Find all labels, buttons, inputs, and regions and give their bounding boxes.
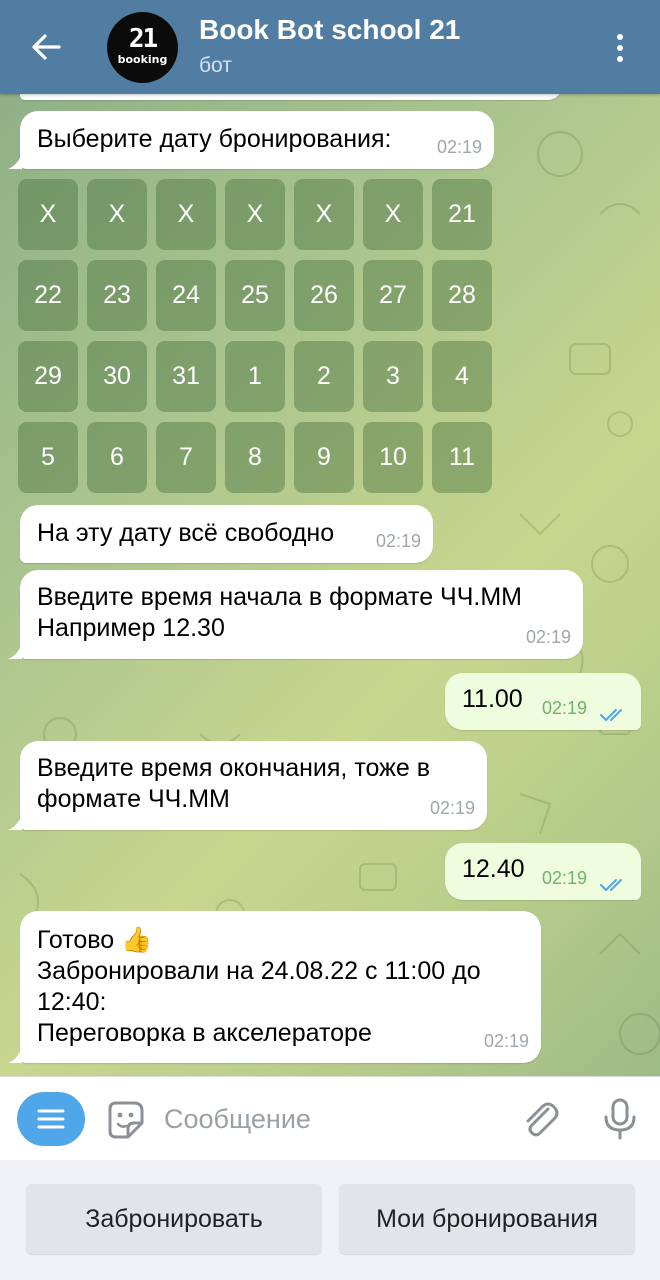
date-key[interactable]: 24 — [156, 260, 216, 331]
message-text: На эту дату всё свободно — [37, 519, 335, 547]
microphone-icon[interactable] — [600, 1097, 640, 1141]
date-key[interactable]: 9 — [294, 422, 354, 493]
date-key[interactable]: 22 — [18, 260, 78, 331]
date-key[interactable]: 28 — [432, 260, 492, 331]
date-key[interactable]: 27 — [363, 260, 423, 331]
date-key[interactable]: 3 — [363, 341, 423, 412]
message-bubble-previous — [20, 94, 562, 100]
date-key[interactable]: 7 — [156, 422, 216, 493]
date-key[interactable]: 26 — [294, 260, 354, 331]
date-key[interactable]: 29 — [18, 341, 78, 412]
date-key[interactable]: 4 — [432, 341, 492, 412]
date-key[interactable]: 21 — [432, 179, 492, 250]
bubble-tail — [8, 814, 22, 830]
menu-icon — [37, 1109, 65, 1129]
message-text: Выберите дату бронирования: — [37, 125, 392, 153]
date-key[interactable]: 11 — [432, 422, 492, 493]
date-key[interactable]: 25 — [225, 260, 285, 331]
date-key[interactable]: X — [18, 179, 78, 250]
date-key[interactable]: X — [294, 179, 354, 250]
double-check-icon — [600, 709, 622, 722]
avatar-logo: 21 — [128, 23, 158, 54]
date-key[interactable]: 8 — [225, 422, 285, 493]
message-bubble[interactable]: На эту дату всё свободно 02:19 — [20, 505, 433, 563]
message-input[interactable] — [164, 1097, 504, 1141]
more-vertical-icon — [617, 45, 623, 51]
message-time: 02:19 — [375, 531, 421, 551]
date-key[interactable]: 30 — [87, 341, 147, 412]
date-key[interactable]: 1 — [225, 341, 285, 412]
book-button[interactable]: Забронировать — [26, 1184, 322, 1254]
date-key[interactable]: 6 — [87, 422, 147, 493]
more-vertical-icon — [617, 34, 623, 40]
double-check-icon — [600, 879, 622, 892]
message-bubble-outgoing[interactable]: 11.00 02:19 — [445, 673, 641, 730]
date-key[interactable]: 31 — [156, 341, 216, 412]
avatar[interactable]: 21 booking — [107, 12, 178, 83]
more-options-button[interactable] — [600, 28, 640, 68]
date-key[interactable]: X — [225, 179, 285, 250]
back-button[interactable] — [18, 22, 74, 72]
message-text: Готово 👍 Забронировали на 24.08.22 с 11:… — [37, 926, 481, 1047]
more-vertical-icon — [617, 56, 623, 62]
reply-keyboard: Забронировать Мои бронирования — [0, 1160, 660, 1280]
date-key[interactable]: 2 — [294, 341, 354, 412]
bubble-tail — [8, 153, 22, 169]
my-bookings-button[interactable]: Мои бронирования — [339, 1184, 635, 1254]
chat-subtitle: бот — [199, 54, 232, 77]
date-key[interactable]: 5 — [18, 422, 78, 493]
date-key[interactable]: X — [156, 179, 216, 250]
avatar-logo-text: booking — [117, 52, 168, 66]
message-bubble[interactable]: Введите время начала в формате ЧЧ.ММ Нап… — [20, 570, 583, 659]
date-key[interactable]: 23 — [87, 260, 147, 331]
message-time: 02:19 — [483, 1031, 529, 1051]
sticker-icon[interactable] — [104, 1099, 146, 1141]
message-input-bar — [0, 1076, 660, 1160]
chat-area[interactable]: Выберите дату бронирования: 02:19 X X X … — [0, 94, 660, 1076]
bubble-tail — [8, 643, 22, 659]
message-text: Введите время окончания, тоже в формате … — [37, 754, 430, 813]
message-time: 02:19 — [525, 627, 571, 647]
message-text: Введите время начала в формате ЧЧ.ММ Нап… — [37, 583, 522, 642]
message-bubble[interactable]: Выберите дату бронирования: 02:19 — [20, 111, 494, 169]
message-time: 02:19 — [429, 798, 475, 818]
message-time: 02:19 — [436, 137, 482, 157]
date-key[interactable]: X — [363, 179, 423, 250]
chat-header: 21 booking Book Bot school 21 бот — [0, 0, 660, 94]
message-bubble[interactable]: Готово 👍 Забронировали на 24.08.22 с 11:… — [20, 911, 541, 1063]
bot-menu-button[interactable] — [17, 1092, 85, 1146]
arrow-left-icon — [32, 34, 61, 60]
date-key[interactable]: 10 — [363, 422, 423, 493]
message-bubble-outgoing[interactable]: 12.40 02:19 — [445, 843, 641, 900]
chat-title[interactable]: Book Bot school 21 — [199, 14, 460, 46]
message-time: 02:19 — [541, 868, 587, 888]
message-bubble[interactable]: Введите время окончания, тоже в формате … — [20, 741, 487, 830]
bubble-tail — [8, 1047, 22, 1063]
date-key[interactable]: X — [87, 179, 147, 250]
paperclip-icon[interactable] — [518, 1097, 562, 1141]
message-time: 02:19 — [541, 698, 587, 718]
